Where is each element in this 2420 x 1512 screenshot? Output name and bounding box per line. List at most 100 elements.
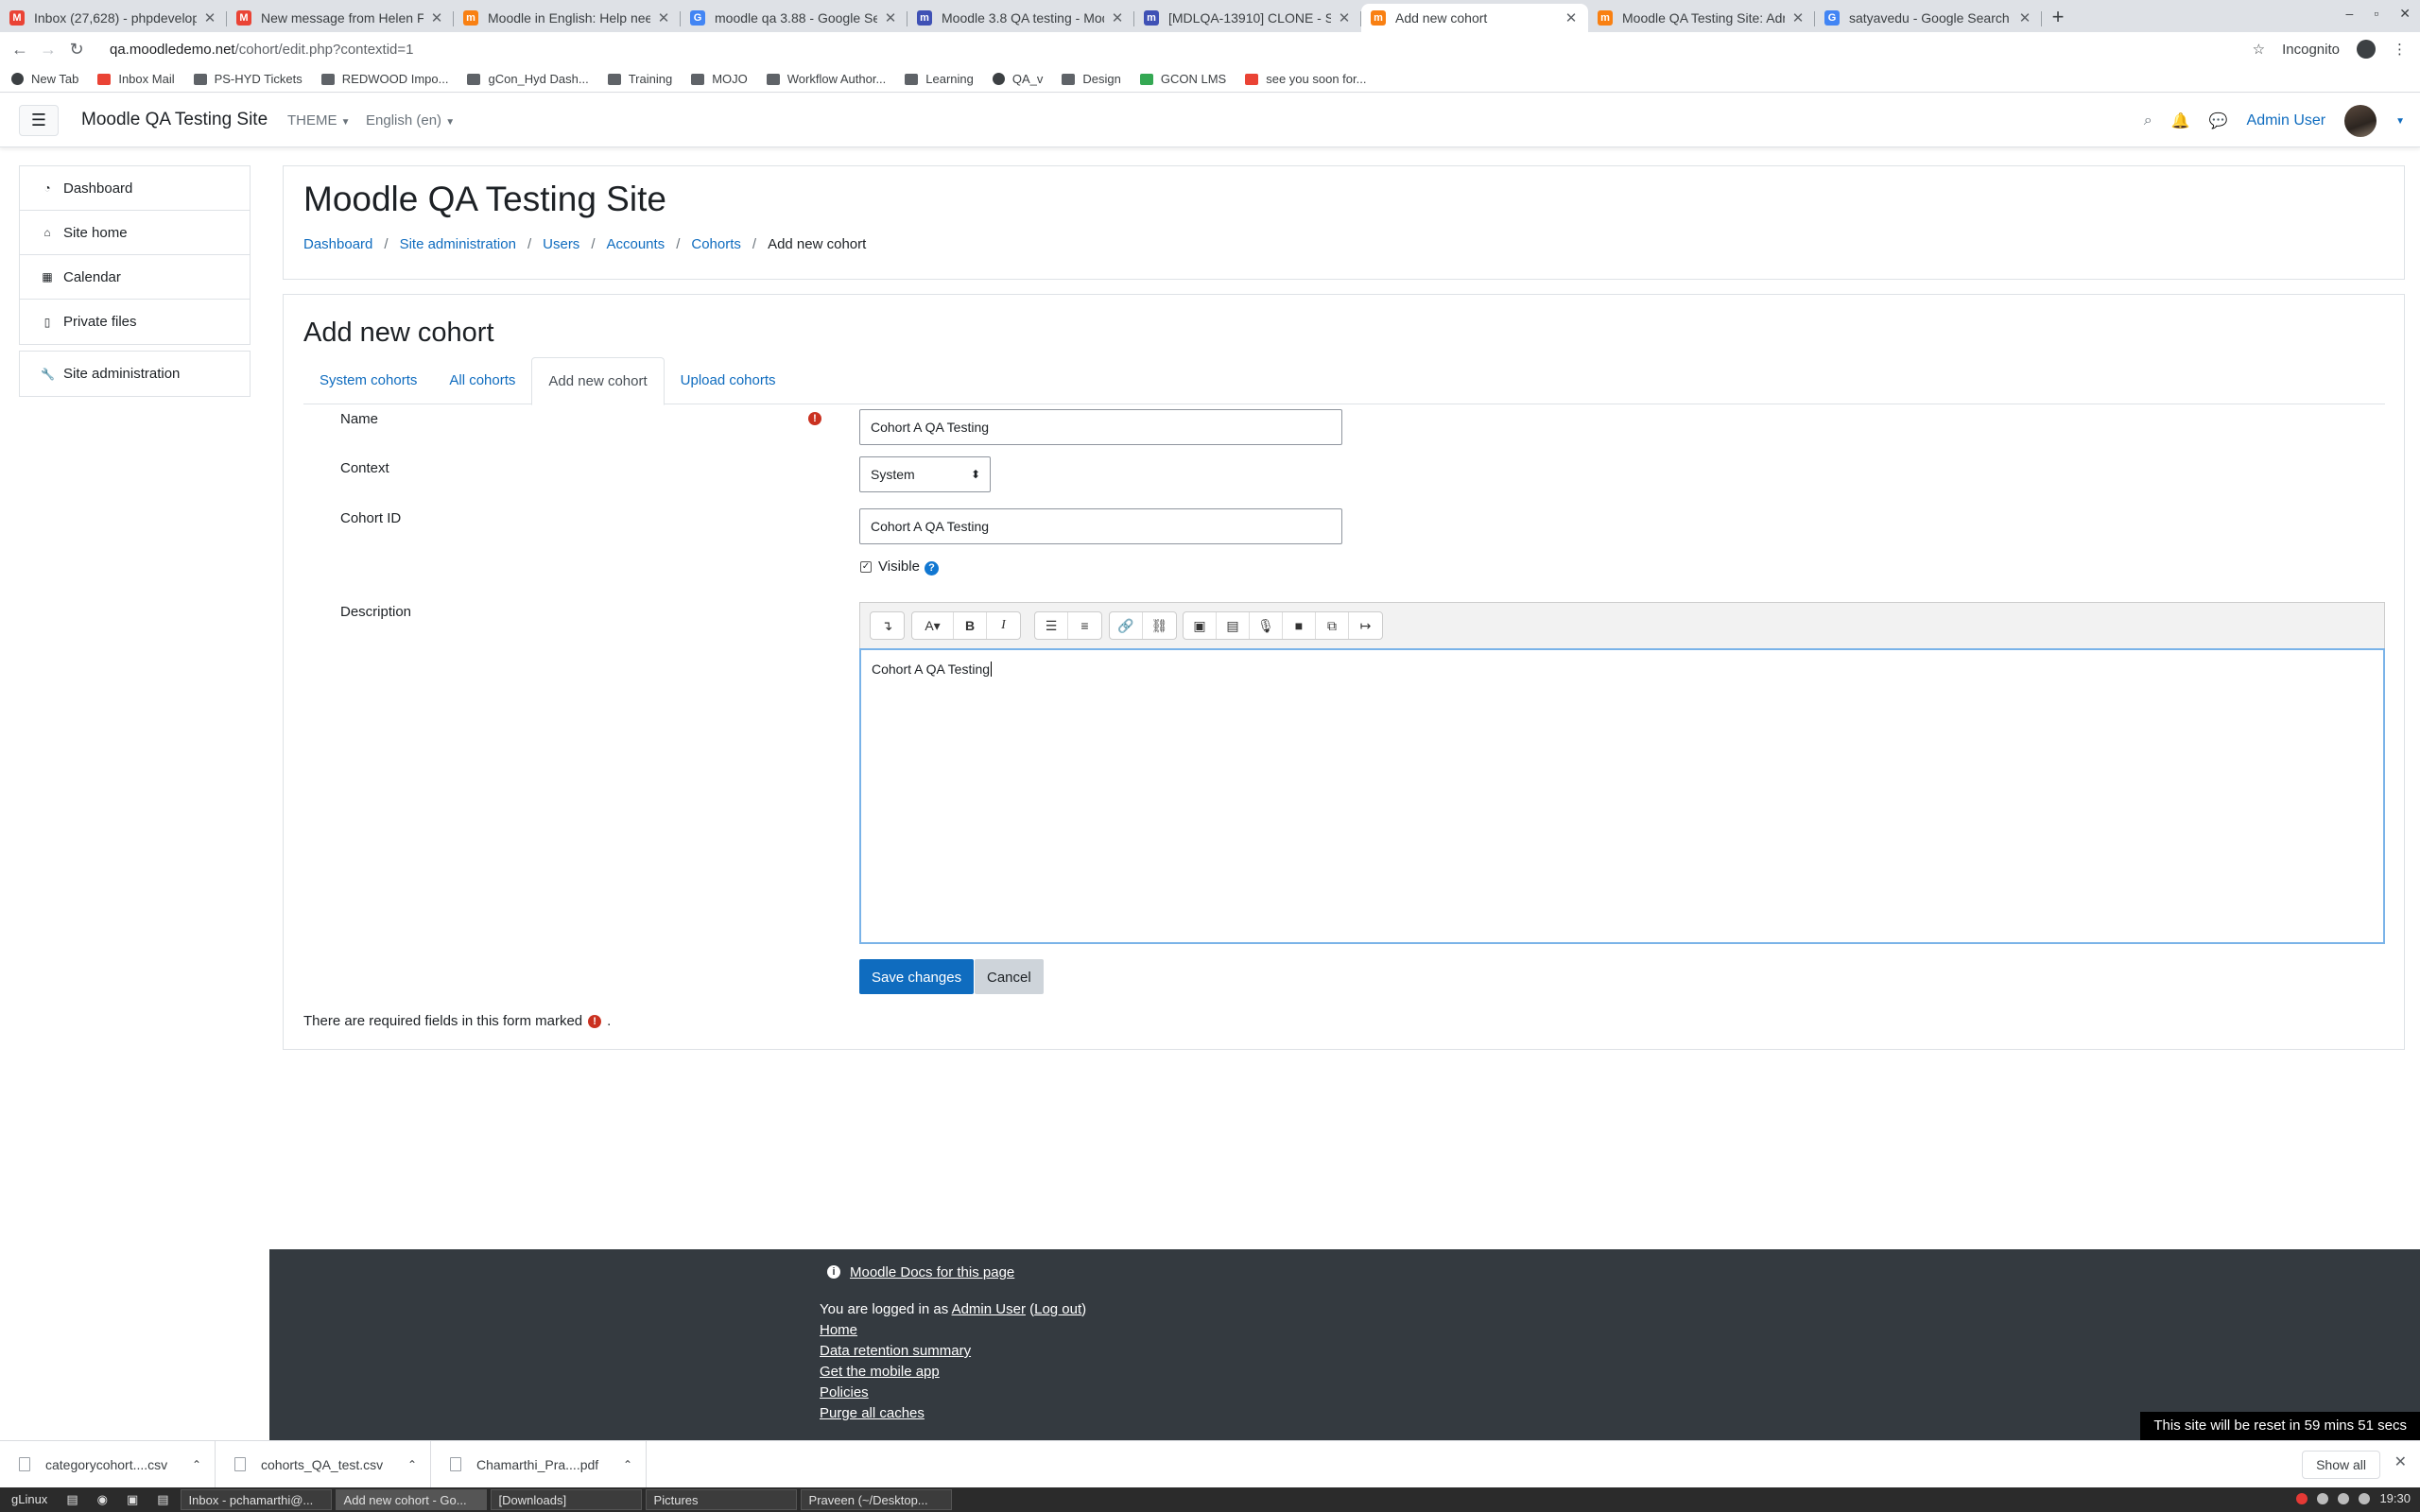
caret-down-icon[interactable]: ▼ <box>2395 116 2405 127</box>
visible-checkbox[interactable]: ✓ <box>860 561 872 573</box>
browser-tab[interactable]: Gsatyavedu - Google Search ✕ <box>1815 4 2042 32</box>
footer-link-mobile-app[interactable]: Get the mobile app <box>820 1364 940 1380</box>
bookmark-item[interactable]: New Tab <box>11 72 78 86</box>
network-icon[interactable] <box>2317 1492 2329 1504</box>
bookmark-item[interactable]: PS-HYD Tickets <box>193 72 302 86</box>
record-audio-icon[interactable]: 🎙 <box>1250 612 1283 639</box>
search-icon[interactable]: ⌕ <box>2144 112 2152 129</box>
bookmark-item[interactable]: QA_v <box>992 72 1043 86</box>
download-item[interactable]: categorycohort....csv ⌃ <box>0 1440 216 1488</box>
unlink-icon[interactable]: ⛓ <box>1143 612 1176 639</box>
browser-tab[interactable]: m [MDLQA-13910] CLONE - Se ✕ <box>1134 4 1361 32</box>
reload-icon[interactable]: ↻ <box>62 40 91 60</box>
bookmark-item[interactable]: Training <box>607 72 672 86</box>
incognito-icon[interactable] <box>2357 40 2376 59</box>
chevron-up-icon[interactable]: ⌃ <box>192 1458 201 1471</box>
bookmark-item[interactable]: see you soon for... <box>1245 72 1366 86</box>
download-item[interactable]: Chamarthi_Pra....pdf ⌃ <box>431 1440 647 1488</box>
close-tab-icon[interactable]: ✕ <box>202 9 217 26</box>
task-downloads[interactable]: [Downloads] <box>490 1489 642 1510</box>
avatar[interactable] <box>2344 105 2377 137</box>
close-tab-icon[interactable]: ✕ <box>656 9 671 26</box>
language-menu[interactable]: English (en) ▼ <box>366 112 455 129</box>
name-field[interactable]: Cohort A QA Testing <box>859 409 1342 445</box>
bookmark-item[interactable]: MOJO <box>691 72 748 86</box>
task-terminal[interactable]: Praveen (~/Desktop... <box>800 1489 952 1510</box>
footer-link-purge-caches[interactable]: Purge all caches <box>820 1405 925 1421</box>
notification-icon[interactable] <box>2296 1492 2308 1504</box>
battery-icon[interactable] <box>2338 1492 2350 1504</box>
bookmark-item[interactable]: Design <box>1062 72 1121 86</box>
toolbar-collapse-icon[interactable]: ↴ <box>871 612 904 639</box>
record-video-icon[interactable]: ■ <box>1283 612 1316 639</box>
show-more-buttons-icon[interactable]: ↦ <box>1349 612 1382 639</box>
bookmark-item[interactable]: Learning <box>905 72 974 86</box>
show-all-button[interactable]: Show all <box>2302 1451 2380 1479</box>
messages-icon[interactable]: 💬 <box>2209 112 2228 130</box>
user-menu[interactable]: Admin User <box>2247 112 2326 129</box>
breadcrumb-users[interactable]: Users <box>543 236 579 252</box>
breadcrumb-site-administration[interactable]: Site administration <box>400 236 516 252</box>
logout-link[interactable]: Log out <box>1034 1301 1081 1317</box>
chrome-launcher-icon[interactable]: ◉ <box>90 1489 115 1510</box>
browser-tab[interactable]: M New message from Helen Fo ✕ <box>227 4 454 32</box>
url-field[interactable]: qa.moodledemo.net/cohort/edit.php?contex… <box>110 42 413 58</box>
help-icon[interactable]: ? <box>925 561 939 576</box>
close-tab-icon[interactable]: ✕ <box>429 9 444 26</box>
link-icon[interactable]: 🔗 <box>1110 612 1143 639</box>
start-button[interactable]: gLinux <box>4 1489 55 1510</box>
close-window-icon[interactable]: ✕ <box>2399 6 2411 22</box>
footer-link-policies[interactable]: Policies <box>820 1384 869 1400</box>
unordered-list-icon[interactable]: ☰ <box>1035 612 1068 639</box>
task-add-new-cohort[interactable]: Add new cohort - Go... <box>335 1489 487 1510</box>
drawer-item-site-administration[interactable]: 🔧 Site administration <box>20 352 250 396</box>
task-pictures[interactable]: Pictures <box>645 1489 797 1510</box>
drawer-item-calendar[interactable]: ▦ Calendar <box>20 255 250 300</box>
tab-system-cohorts[interactable]: System cohorts <box>303 357 433 404</box>
paragraph-style-icon[interactable]: A▾ <box>912 612 954 639</box>
drawer-item-dashboard[interactable]: ◔ Dashboard <box>20 166 250 211</box>
footer-link-data-retention[interactable]: Data retention summary <box>820 1343 971 1359</box>
browser-tab[interactable]: m Moodle QA Testing Site: Adm ✕ <box>1588 4 1815 32</box>
folder-launcher-icon[interactable]: ▤ <box>149 1489 176 1510</box>
drawer-item-private-files[interactable]: ▯ Private files <box>20 300 250 344</box>
bookmark-star-icon[interactable]: ☆ <box>2253 41 2265 58</box>
theme-menu[interactable]: THEME ▼ <box>287 112 351 129</box>
menu-kebab-icon[interactable]: ⋮ <box>2393 41 2407 58</box>
site-brand[interactable]: Moodle QA Testing Site <box>81 110 268 130</box>
close-tab-icon[interactable]: ✕ <box>2017 9 2032 26</box>
bookmark-item[interactable]: GCON LMS <box>1139 72 1226 86</box>
browser-tab[interactable]: Gmoodle qa 3.88 - Google Sea ✕ <box>681 4 908 32</box>
browser-tab[interactable]: m Moodle 3.8 QA testing - Mod ✕ <box>908 4 1134 32</box>
back-icon[interactable]: ← <box>6 40 34 60</box>
breadcrumb-accounts[interactable]: Accounts <box>606 236 665 252</box>
bookmark-item[interactable]: gCon_Hyd Dash... <box>467 72 589 86</box>
chevron-up-icon[interactable]: ⌃ <box>623 1458 632 1471</box>
save-button[interactable]: Save changes <box>859 959 975 994</box>
media-icon[interactable]: ▤ <box>1217 612 1250 639</box>
close-tab-icon[interactable]: ✕ <box>883 9 898 26</box>
drawer-toggle-button[interactable]: ☰ <box>19 105 59 136</box>
new-tab-button[interactable]: + <box>2042 4 2074 32</box>
footer-link-home[interactable]: Home <box>820 1322 857 1338</box>
download-item[interactable]: cohorts_QA_test.csv ⌃ <box>216 1440 431 1488</box>
terminal-launcher-icon[interactable]: ▣ <box>119 1489 146 1510</box>
bold-icon[interactable]: B <box>954 612 987 639</box>
bookmark-item[interactable]: Workflow Author... <box>766 72 886 86</box>
logged-in-user-link[interactable]: Admin User <box>952 1301 1026 1317</box>
volume-icon[interactable] <box>2359 1492 2371 1504</box>
close-tab-icon[interactable]: ✕ <box>1337 9 1352 26</box>
image-icon[interactable]: ▣ <box>1184 612 1217 639</box>
files-launcher-icon[interactable]: ▤ <box>59 1489 85 1510</box>
cancel-button[interactable]: Cancel <box>975 959 1044 994</box>
maximize-icon[interactable]: ▫ <box>2374 6 2378 22</box>
forward-icon[interactable]: → <box>34 40 62 60</box>
tab-add-new-cohort[interactable]: Add new cohort <box>531 357 665 405</box>
minimize-icon[interactable]: – <box>2346 6 2354 22</box>
close-tab-icon[interactable]: ✕ <box>1110 9 1125 26</box>
close-icon[interactable]: ✕ <box>2394 1452 2407 1471</box>
chevron-up-icon[interactable]: ⌃ <box>407 1458 417 1471</box>
browser-tab[interactable]: m Moodle in English: Help need ✕ <box>454 4 681 32</box>
browser-tab[interactable]: M Inbox (27,628) - phpdevelop ✕ <box>0 4 227 32</box>
cohortid-field[interactable]: Cohort A QA Testing <box>859 508 1342 544</box>
